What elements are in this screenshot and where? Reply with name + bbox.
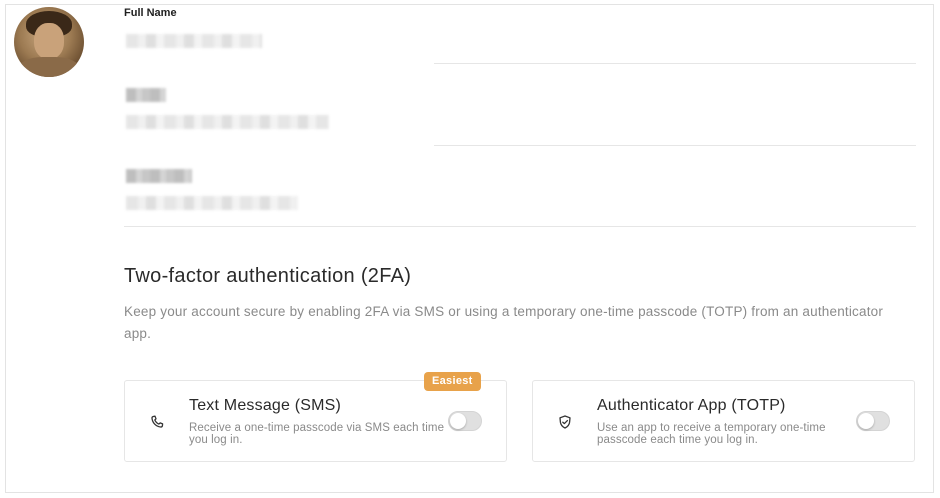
section-title: Two-factor authentication (2FA) (124, 265, 412, 287)
sms-toggle[interactable] (448, 411, 482, 431)
sms-option-title: Text Message (SMS) (189, 397, 342, 414)
phone-icon (149, 414, 165, 430)
field-value-redacted (126, 196, 298, 210)
divider (124, 226, 916, 227)
divider (434, 145, 916, 146)
totp-option-title: Authenticator App (TOTP) (597, 397, 786, 414)
full-name-value-redacted (126, 34, 262, 48)
totp-option-card[interactable]: Authenticator App (TOTP) Use an app to r… (532, 380, 915, 462)
field-label-redacted (126, 88, 166, 102)
easiest-badge: Easiest (424, 372, 481, 391)
shield-icon (557, 414, 573, 430)
totp-option-description: Use an app to receive a temporary one-ti… (597, 422, 826, 446)
sms-option-description: Receive a one-time passcode via SMS each… (189, 422, 445, 446)
avatar[interactable] (14, 7, 84, 77)
sms-option-card[interactable]: Text Message (SMS) Receive a one-time pa… (124, 380, 507, 462)
divider (434, 63, 916, 64)
field-label-redacted (126, 169, 192, 183)
totp-toggle[interactable] (856, 411, 890, 431)
field-value-redacted (126, 115, 329, 129)
section-description: Keep your account secure by enabling 2FA… (124, 304, 884, 341)
full-name-label: Full Name (124, 7, 177, 19)
